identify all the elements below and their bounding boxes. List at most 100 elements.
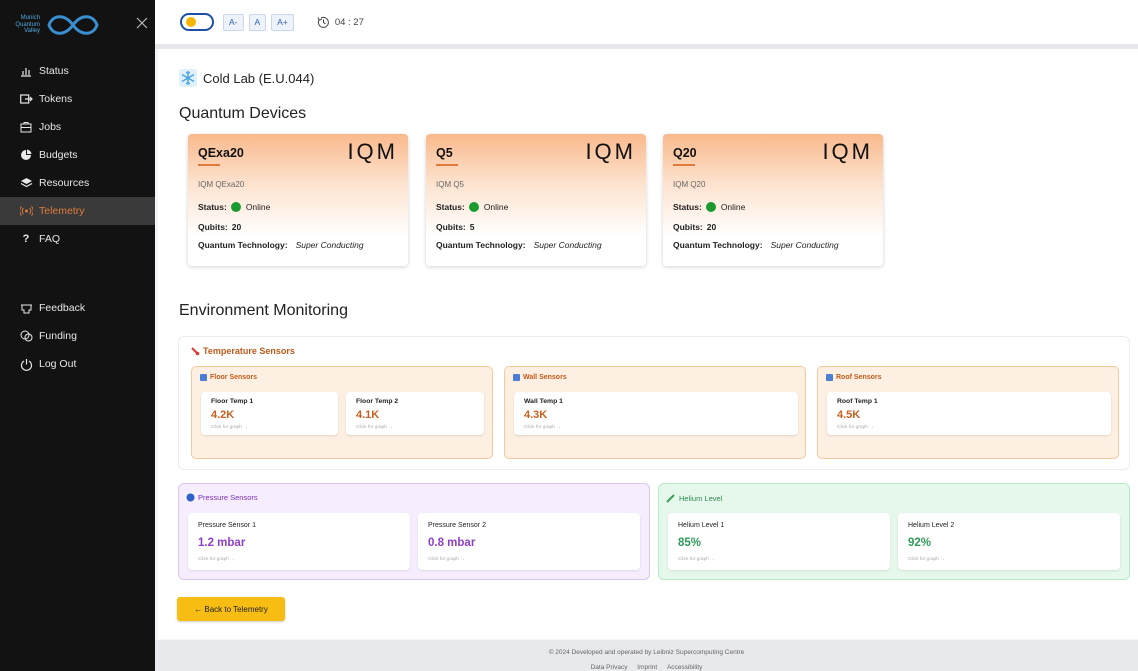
sensor-name: Wall Temp 1 [524,398,563,405]
sidebar-item-tokens[interactable]: Tokens [0,85,155,113]
token-icon [19,92,33,106]
device-model: IQM Q5 [436,180,465,189]
floor-sensors-label: Floor Sensors [210,374,258,381]
wall-sensors-title: Wall Sensors [513,374,567,381]
pressure-sensors-title: Pressure Sensors [186,493,258,502]
sidebar-item-label: Feedback [39,302,86,314]
status-value: Online [245,202,271,212]
main-nav: Status Tokens Jobs Budgets Resources Tel… [0,57,155,253]
qubits-label: Qubits: [673,222,703,232]
device-name: QExa20 [198,146,244,160]
sidebar-item-logout[interactable]: Log Out [0,350,155,378]
environment-section-title: Environment Monitoring [179,302,348,319]
tech-value: Super Conducting [295,240,364,250]
sensor-pressure-1[interactable]: Pressure Sensor 1 1.2 mbar Click for gra… [188,513,410,570]
session-timer: 04 : 27 [317,16,364,29]
sensor-value: 0.8 mbar [428,537,476,549]
device-name: Q5 [436,146,453,160]
layers-icon [19,176,33,190]
status-value: Online [720,202,746,212]
data-privacy-link[interactable]: Data Privacy [591,664,628,671]
lab-title-text: Cold Lab (E.U.044) [203,70,315,86]
device-name-underline [198,164,220,166]
logo-text: Munich Quantum Valley [15,15,40,35]
font-decrease-button[interactable]: A- [223,13,244,31]
status-label: Status: [673,202,702,212]
device-card-q5[interactable]: Q5 IQM IQM Q5 Status: Online Qubits: 5 Q… [426,134,646,266]
roof-sensors-group: Roof Sensors Roof Temp 1 4.5K Click for … [817,366,1119,459]
sensor-floor-temp-2[interactable]: Floor Temp 2 4.1K Click for graph → [346,392,484,435]
sensor-floor-temp-1[interactable]: Floor Temp 1 4.2K Click for graph → [201,392,338,435]
device-status: Status: Online [673,202,745,212]
sensor-name: Helium Level 1 [678,522,725,529]
sidebar-item-telemetry[interactable]: Telemetry [0,197,155,225]
font-increase-button[interactable]: A+ [271,13,294,31]
pressure-sensors-label: Pressure Sensors [198,493,258,502]
sensor-graph-hint: Click for graph → [524,425,562,430]
signal-icon [19,204,33,218]
footer-copyright: © 2024 Developed and operated by Leibniz… [548,649,745,656]
device-card-q20[interactable]: Q20 IQM IQM Q20 Status: Online Qubits: 2… [663,134,883,266]
sensor-helium-2[interactable]: Helium Level 2 92% Click for graph → [898,513,1120,570]
device-card-qexa20[interactable]: QExa20 IQM IQM QExa20 Status: Online Qub… [188,134,408,266]
sensor-graph-hint: Click for graph → [678,557,716,562]
device-status: Status: Online [198,202,270,212]
munich-quantum-valley-logo[interactable]: Munich Quantum Valley [14,11,124,39]
sensor-pressure-2[interactable]: Pressure Sensor 2 0.8 mbar Click for gra… [418,513,640,570]
imprint-link[interactable]: Imprint [637,664,657,671]
font-reset-button[interactable]: A [248,13,267,31]
sensor-value: 4.2K [211,409,235,421]
sidebar-item-status[interactable]: Status [0,57,155,85]
devices-section-title: Quantum Devices [179,105,307,122]
sensor-value: 92% [908,537,932,549]
sidebar-item-feedback[interactable]: Feedback [0,294,155,322]
qubits-label: Qubits: [198,222,228,232]
clock-icon [317,16,329,28]
sensor-name: Floor Temp 2 [356,398,399,405]
sidebar-item-faq[interactable]: ? FAQ [0,225,155,253]
theme-toggle[interactable] [180,13,214,31]
sidebar-item-label: Status [39,65,69,77]
main-content: Cold Lab (E.U.044) Quantum Devices QExa2… [158,49,1138,639]
iqm-logo: IQM [585,139,636,164]
infinity-logo-icon [47,15,99,35]
sidebar-item-label: Log Out [39,358,77,370]
sidebar-item-budgets[interactable]: Budgets [0,141,155,169]
pencil-icon [666,494,675,503]
sidebar-item-jobs[interactable]: Jobs [0,113,155,141]
sensor-helium-1[interactable]: Helium Level 1 85% Click for graph → [668,513,890,570]
floor-sensors-title: Floor Sensors [200,374,257,381]
floor-sensors-group: Floor Sensors Floor Temp 1 4.2K Click fo… [191,366,493,459]
sensor-wall-temp-1[interactable]: Wall Temp 1 4.3K Click for graph → [514,392,798,435]
device-qubits: Qubits: 5 [436,222,478,232]
sidebar: Munich Quantum Valley Status Tokens Jobs… [0,0,155,671]
secondary-nav: Feedback Funding Log Out [0,294,155,378]
question-icon: ? [22,233,30,245]
sidebar-item-resources[interactable]: Resources [0,169,155,197]
sidebar-item-funding[interactable]: Funding [0,322,155,350]
roof-sensors-label: Roof Sensors [836,374,882,381]
status-value: Online [483,202,509,212]
helium-level-title: Helium Level [666,493,722,503]
online-dot-icon [705,202,716,212]
device-technology: Quantum Technology: Super Conducting [198,240,364,250]
sensor-graph-hint: Click for graph → [428,557,466,562]
floor-icon [200,374,207,381]
iqm-logo: IQM [347,139,398,164]
sensor-value: 85% [678,537,702,549]
accessibility-link[interactable]: Accessibility [667,664,702,671]
footer: © 2024 Developed and operated by Leibniz… [155,640,1138,671]
back-to-telemetry-button[interactable]: ← Back to Telemetry [177,597,285,621]
close-sidebar-icon[interactable] [135,16,149,30]
sensor-roof-temp-1[interactable]: Roof Temp 1 4.5K Click for graph → [827,392,1111,435]
wall-icon [513,374,520,381]
pressure-sensors-panel: Pressure Sensors Pressure Sensor 1 1.2 m… [178,483,650,580]
online-dot-icon [230,202,241,212]
sensor-name: Roof Temp 1 [837,398,878,405]
top-bar: A- A A+ 04 : 27 [155,0,1138,44]
pressure-icon [186,493,195,502]
helium-level-panel: Helium Level Helium Level 1 85% Click fo… [658,483,1130,580]
qubits-label: Qubits: [436,222,466,232]
chart-icon [19,64,33,78]
sidebar-item-label: Funding [39,330,77,342]
